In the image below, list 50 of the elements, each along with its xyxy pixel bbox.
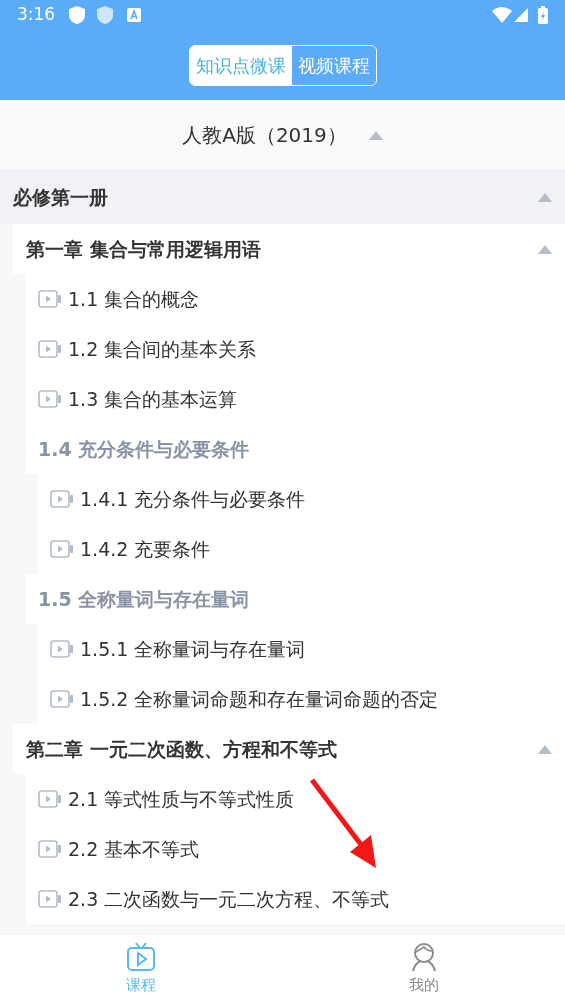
video-icon	[50, 540, 74, 558]
lesson-title: 1.1 集合的概念	[68, 286, 200, 312]
subsection-title: 1.5 全称量词与存在量词	[38, 586, 250, 612]
status-time: 3:16	[17, 3, 56, 27]
lesson-item[interactable]: 1.4.1 充分条件与必要条件	[38, 474, 565, 524]
video-icon	[38, 390, 62, 408]
video-icon	[38, 290, 62, 308]
lesson-item[interactable]: 2.1 等式性质与不等式性质	[26, 774, 565, 824]
battery-icon	[538, 6, 548, 24]
section-header[interactable]: 必修第一册	[0, 171, 565, 224]
chapter-title: 第二章 一元二次函数、方程和不等式	[26, 736, 337, 762]
lesson-title: 1.3 集合的基本运算	[68, 386, 238, 412]
lesson-item[interactable]: 1.5.1 全称量词与存在量词	[38, 624, 565, 674]
wifi-icon	[492, 7, 512, 23]
chapter-header[interactable]: 第二章 一元二次函数、方程和不等式	[13, 724, 565, 774]
video-icon	[38, 890, 62, 908]
lesson-title: 1.2 集合间的基本关系	[68, 336, 257, 362]
lesson-item[interactable]: 2.2 基本不等式	[26, 824, 565, 874]
lesson-item[interactable]: 1.1 集合的概念	[26, 274, 565, 324]
lesson-title: 1.5.2 全称量词命题和存在量词命题的否定	[80, 686, 439, 712]
section-title: 必修第一册	[13, 185, 108, 211]
lesson-item[interactable]: 2.3 二次函数与一元二次方程、不等式	[26, 874, 565, 924]
nav-tab[interactable]: 我的	[282, 934, 565, 1004]
video-icon	[50, 490, 74, 508]
nav-label: 课程	[126, 974, 157, 996]
shield-icon	[97, 6, 114, 24]
lesson-title: 1.4.2 充要条件	[80, 536, 211, 562]
lesson-title: 1.5.1 全称量词与存在量词	[80, 636, 306, 662]
video-icon	[38, 840, 62, 858]
signal-icon	[514, 8, 528, 22]
lesson-item[interactable]: 1.4.2 充要条件	[38, 524, 565, 574]
chapter-header[interactable]: 第一章 集合与常用逻辑用语	[13, 224, 565, 274]
chapter-title: 第一章 集合与常用逻辑用语	[26, 236, 261, 262]
lesson-title: 2.2 基本不等式	[68, 836, 200, 862]
lesson-title: 2.1 等式性质与不等式性质	[68, 786, 295, 812]
lesson-item[interactable]: 1.2 集合间的基本关系	[26, 324, 565, 374]
subsection-title: 1.4 充分条件与必要条件	[38, 436, 250, 462]
lesson-title: 1.4.1 充分条件与必要条件	[80, 486, 306, 512]
lesson-item[interactable]: 1.5.2 全称量词命题和存在量词命题的否定	[38, 674, 565, 724]
video-icon	[50, 690, 74, 708]
lesson-item[interactable]: 1.3 集合的基本运算	[26, 374, 565, 424]
video-icon	[38, 340, 62, 358]
lesson-title: 2.3 二次函数与一元二次方程、不等式	[68, 886, 390, 912]
video-icon	[50, 640, 74, 658]
tv-play-icon	[126, 941, 157, 972]
shield-icon	[69, 6, 86, 24]
nav-label: 我的	[408, 974, 439, 996]
video-icon	[38, 790, 62, 808]
app-notification-icon	[127, 8, 142, 22]
edition-label: 人教A版（2019）	[182, 122, 347, 149]
